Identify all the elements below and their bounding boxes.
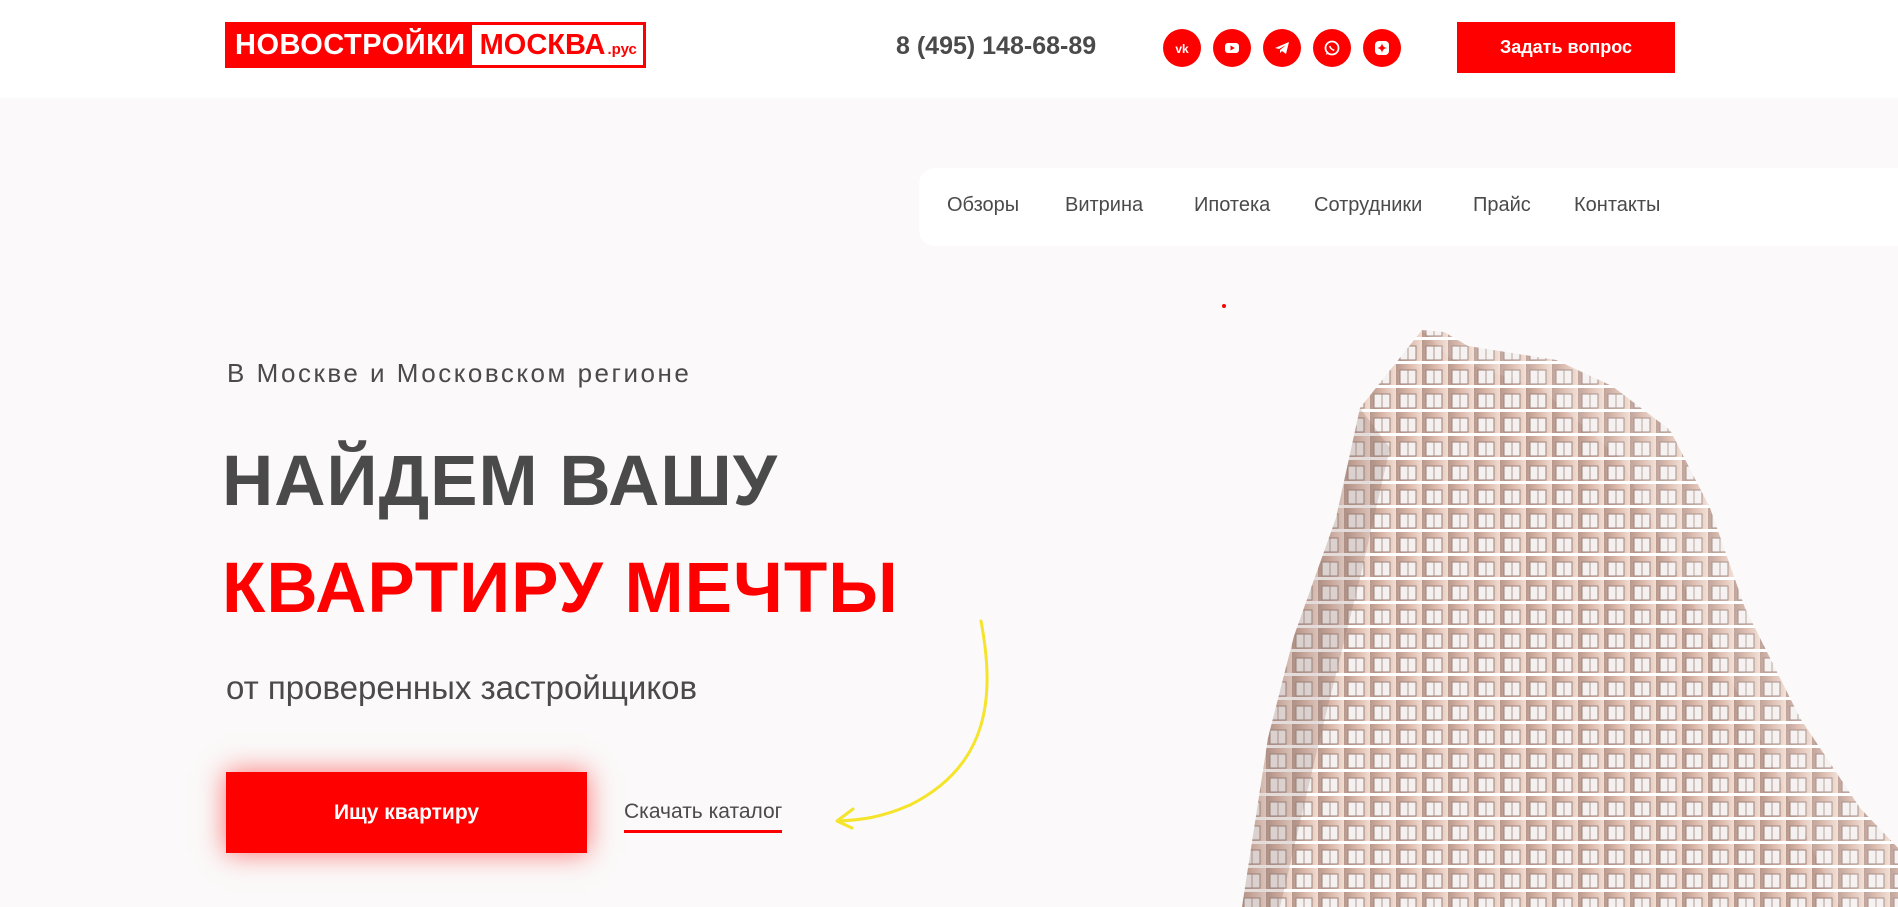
nav-item-staff[interactable]: Сотрудники	[1314, 194, 1422, 217]
hero-subtitle: В Москве и Московском регионе	[227, 358, 692, 388]
site-logo[interactable]: НОВОСТРОЙКИ МОСКВА .рус	[225, 22, 646, 68]
logo-right-box: МОСКВА .рус	[471, 25, 643, 65]
hero-tagline: от проверенных застройщиков	[226, 669, 698, 706]
download-catalog-link[interactable]: Скачать каталог	[624, 800, 783, 833]
nav-item-prices[interactable]: Прайс	[1473, 194, 1531, 217]
find-apartment-button[interactable]: Ищу квартиру	[226, 772, 587, 853]
phone-number[interactable]: 8 (495) 148-68-89	[896, 32, 1096, 61]
youtube-icon[interactable]	[1213, 29, 1251, 67]
decorative-dot	[1222, 304, 1226, 308]
svg-text:vk: vk	[1175, 42, 1189, 56]
social-links: vk	[1163, 29, 1401, 67]
zen-icon[interactable]	[1363, 29, 1401, 67]
telegram-icon[interactable]	[1263, 29, 1301, 67]
ask-question-button[interactable]: Задать вопрос	[1457, 22, 1675, 73]
building-image	[1242, 330, 1898, 907]
nav-item-showcase[interactable]: Витрина	[1065, 194, 1143, 217]
logo-right-text: МОСКВА	[479, 28, 606, 61]
site-header: НОВОСТРОЙКИ МОСКВА .рус 8 (495) 148-68-8…	[0, 0, 1898, 98]
hero-headline-line1: НАЙДЕМ ВАШУ	[222, 442, 778, 521]
nav-item-contacts[interactable]: Контакты	[1574, 194, 1660, 217]
logo-suffix: .рус	[607, 40, 637, 58]
curved-arrow-icon	[835, 619, 989, 830]
whatsapp-icon[interactable]	[1313, 29, 1351, 67]
hero-headline-line2: КВАРТИРУ МЕЧТЫ	[222, 549, 899, 628]
nav-item-mortgage[interactable]: Ипотека	[1194, 194, 1270, 217]
vk-icon[interactable]: vk	[1163, 29, 1201, 67]
main-nav: Обзоры Витрина Ипотека Сотрудники Прайс …	[919, 168, 1898, 246]
nav-item-reviews[interactable]: Обзоры	[947, 194, 1019, 217]
logo-left-text: НОВОСТРОЙКИ	[235, 28, 466, 61]
